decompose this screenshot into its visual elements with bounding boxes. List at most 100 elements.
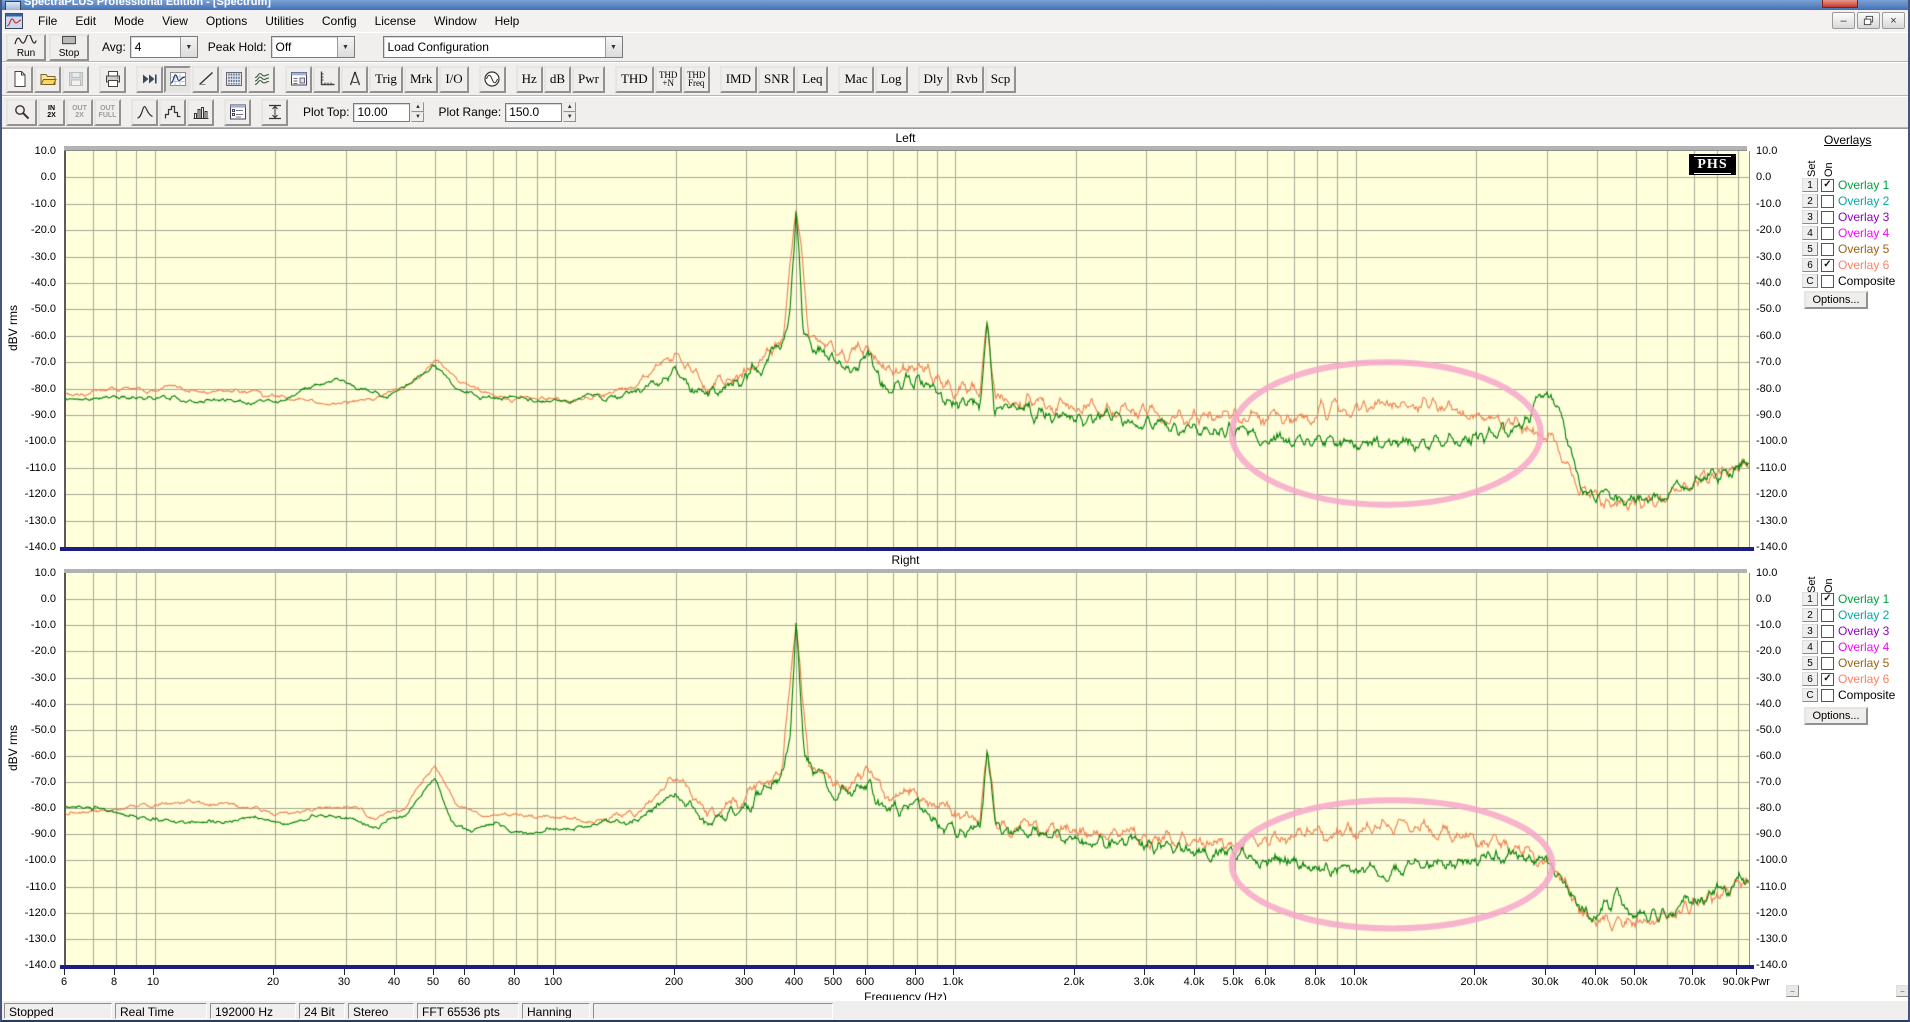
overlay-on-checkbox-2[interactable] [1821,195,1834,208]
spin-down-icon[interactable]: ▼ [563,112,576,122]
generator-button[interactable] [479,66,506,93]
print-button[interactable] [99,66,126,93]
menu-window[interactable]: Window [425,12,486,30]
menu-options[interactable]: Options [197,12,256,30]
zoom-out-full-button[interactable]: OUTFULL [94,99,121,126]
chevron-down-icon[interactable]: ▼ [605,37,622,57]
peak-hold-select[interactable]: Off ▼ [271,36,355,58]
delay-button[interactable]: Dly [918,66,950,93]
plot-scroll-button[interactable]: – [1896,985,1909,997]
menu-license[interactable]: License [366,12,425,30]
overlay-on-checkbox-2[interactable] [1821,609,1834,622]
overlay-on-checkbox-3[interactable] [1821,625,1834,638]
close-window-button[interactable]: × [1882,12,1905,29]
overlay-on-checkbox-C[interactable] [1821,275,1834,288]
zoom-in-2x-button[interactable]: IN2X [38,99,65,126]
overlay-options-button[interactable]: Options... [1804,707,1868,725]
plot-range-input[interactable] [505,103,562,122]
overlay-on-checkbox-4[interactable] [1821,227,1834,240]
process-button[interactable] [136,66,163,93]
overlay-set-button-C[interactable]: C [1802,688,1818,702]
thd-button[interactable]: THD [615,66,654,93]
zoom-out-2x-button[interactable]: OUT2X [66,99,93,126]
measure-button[interactable] [341,66,368,93]
macro-button[interactable]: Mac [838,66,873,93]
overlay-set-button-5[interactable]: 5 [1802,656,1818,670]
overlay-options-button[interactable]: Options... [1804,291,1868,309]
open-button[interactable] [34,66,61,93]
io-button[interactable]: I/O [439,66,468,93]
phase-view-button[interactable] [192,66,219,93]
overlay-on-checkbox-6[interactable]: ✓ [1821,259,1834,272]
overlay-set-button-C[interactable]: C [1802,274,1818,288]
spin-up-icon[interactable]: ▲ [563,102,576,112]
stop-button[interactable]: Stop [49,34,89,61]
overlay-on-checkbox-1[interactable]: ✓ [1821,593,1834,606]
overlay-on-checkbox-3[interactable] [1821,211,1834,224]
peak-curve-button[interactable] [131,99,158,126]
menu-view[interactable]: View [153,12,197,30]
plot-top-input[interactable] [353,103,410,122]
leq-button[interactable]: Leq [796,66,828,93]
reverb-button[interactable]: Rvb [950,66,984,93]
overlay-set-button-3[interactable]: 3 [1802,624,1818,638]
menu-utilities[interactable]: Utilities [256,12,313,30]
thd-n-button[interactable]: THD+N [655,66,682,93]
overlay-set-button-2[interactable]: 2 [1802,608,1818,622]
calibration-button[interactable] [313,66,340,93]
overlay-on-checkbox-C[interactable] [1821,689,1834,702]
menu-mode[interactable]: Mode [105,12,153,30]
spin-down-icon[interactable]: ▼ [411,112,424,122]
menu-file[interactable]: File [29,12,66,30]
spectrum-view-button[interactable] [164,66,191,93]
zoom-button[interactable] [6,99,37,126]
overlay-set-button-1[interactable]: 1 [1802,178,1818,192]
pwr-button[interactable]: Pwr [572,66,605,93]
overlay-set-button-3[interactable]: 3 [1802,210,1818,224]
close-icon[interactable] [1822,0,1858,8]
save-button[interactable] [62,66,89,93]
restore-button[interactable] [1857,12,1880,29]
waterfall-view-button[interactable] [248,66,275,93]
overlay-set-button-2[interactable]: 2 [1802,194,1818,208]
overlay-on-checkbox-1[interactable]: ✓ [1821,179,1834,192]
display-settings-button[interactable] [224,99,251,126]
bar-graph-button[interactable] [187,99,214,126]
menu-help[interactable]: Help [486,12,529,30]
overlay-set-button-4[interactable]: 4 [1802,226,1818,240]
overlay-set-button-4[interactable]: 4 [1802,640,1818,654]
new-file-button[interactable] [6,66,33,93]
menu-edit[interactable]: Edit [66,12,105,30]
right-channel-plot[interactable] [64,573,1750,965]
chevron-down-icon[interactable]: ▼ [180,37,197,57]
snr-button[interactable]: SNR [758,66,795,93]
markers-button[interactable]: Mrk [404,66,438,93]
overlay-set-button-5[interactable]: 5 [1802,242,1818,256]
overlay-on-checkbox-5[interactable] [1821,243,1834,256]
imd-button[interactable]: IMD [720,66,757,93]
logging-button[interactable]: Log [875,66,908,93]
left-channel-plot[interactable] [64,151,1750,547]
avg-select[interactable]: 4 ▼ [130,36,198,58]
hz-button[interactable]: Hz [516,66,543,93]
mixer-button[interactable] [285,66,312,93]
db-button[interactable]: dB [544,66,571,93]
overlay-set-button-1[interactable]: 1 [1802,592,1818,606]
chevron-down-icon[interactable]: ▼ [337,37,354,57]
overlay-on-checkbox-4[interactable] [1821,641,1834,654]
plot-range-button[interactable] [261,99,288,126]
thd-freq-button[interactable]: THDFreq [683,66,710,93]
overlay-set-button-6[interactable]: 6 [1802,672,1818,686]
overlay-set-button-6[interactable]: 6 [1802,258,1818,272]
overlay-on-checkbox-6[interactable]: ✓ [1821,673,1834,686]
trigger-button[interactable]: Trig [369,66,403,93]
spectrogram-view-button[interactable] [220,66,247,93]
plot-scroll-button[interactable]: – [1786,985,1799,997]
menu-config[interactable]: Config [313,12,366,30]
scope-button[interactable]: Scp [985,66,1017,93]
spin-up-icon[interactable]: ▲ [411,102,424,112]
load-configuration-select[interactable]: Load Configuration ▼ [383,36,623,58]
step-curve-button[interactable] [159,99,186,126]
minimize-button[interactable]: – [1832,12,1855,29]
run-button[interactable]: Run [6,34,46,61]
